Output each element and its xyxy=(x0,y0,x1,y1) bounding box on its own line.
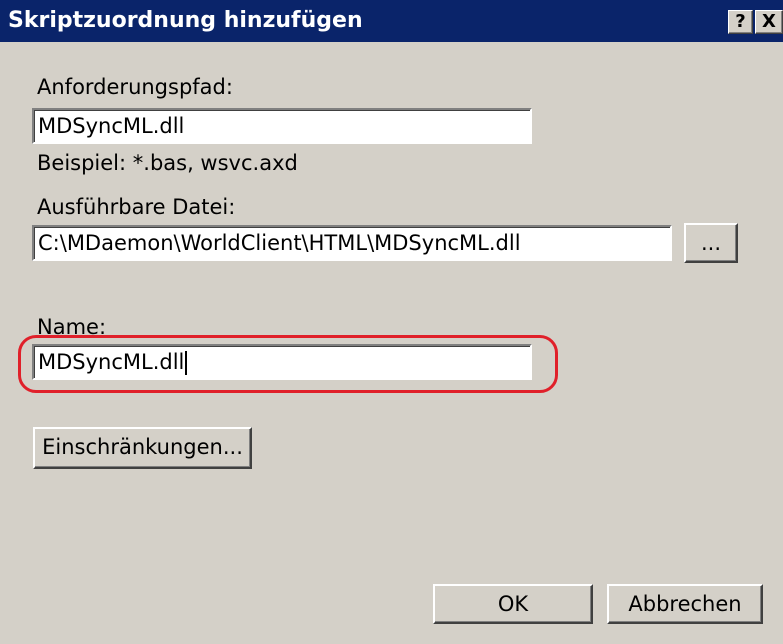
restrictions-button[interactable]: Einschränkungen... xyxy=(33,427,252,469)
title-bar[interactable]: Skriptzuordnung hinzufügen ? X xyxy=(0,0,783,42)
name-input[interactable]: MDSyncML.dll xyxy=(32,344,532,380)
ok-button[interactable]: OK xyxy=(433,584,593,624)
executable-label: Ausführbare Datei: xyxy=(37,195,236,219)
name-value: MDSyncML.dll xyxy=(38,350,185,374)
help-button[interactable]: ? xyxy=(728,10,753,34)
request-path-input[interactable]: MDSyncML.dll xyxy=(32,108,532,144)
request-path-value: MDSyncML.dll xyxy=(38,114,185,138)
executable-input[interactable]: C:\MDaemon\WorldClient\HTML\MDSyncML.dll xyxy=(32,225,672,261)
name-label: Name: xyxy=(37,315,107,339)
cancel-button[interactable]: Abbrechen xyxy=(607,584,763,624)
request-path-example: Beispiel: *.bas, wsvc.axd xyxy=(37,151,298,175)
text-caret xyxy=(185,351,188,375)
close-button[interactable]: X xyxy=(755,10,783,34)
request-path-label: Anforderungspfad: xyxy=(37,75,233,99)
executable-value: C:\MDaemon\WorldClient\HTML\MDSyncML.dll xyxy=(38,231,521,255)
dialog-title: Skriptzuordnung hinzufügen xyxy=(8,8,363,33)
browse-button[interactable]: ... xyxy=(684,223,738,263)
dialog-body: Anforderungspfad: MDSyncML.dll Beispiel:… xyxy=(0,42,783,644)
